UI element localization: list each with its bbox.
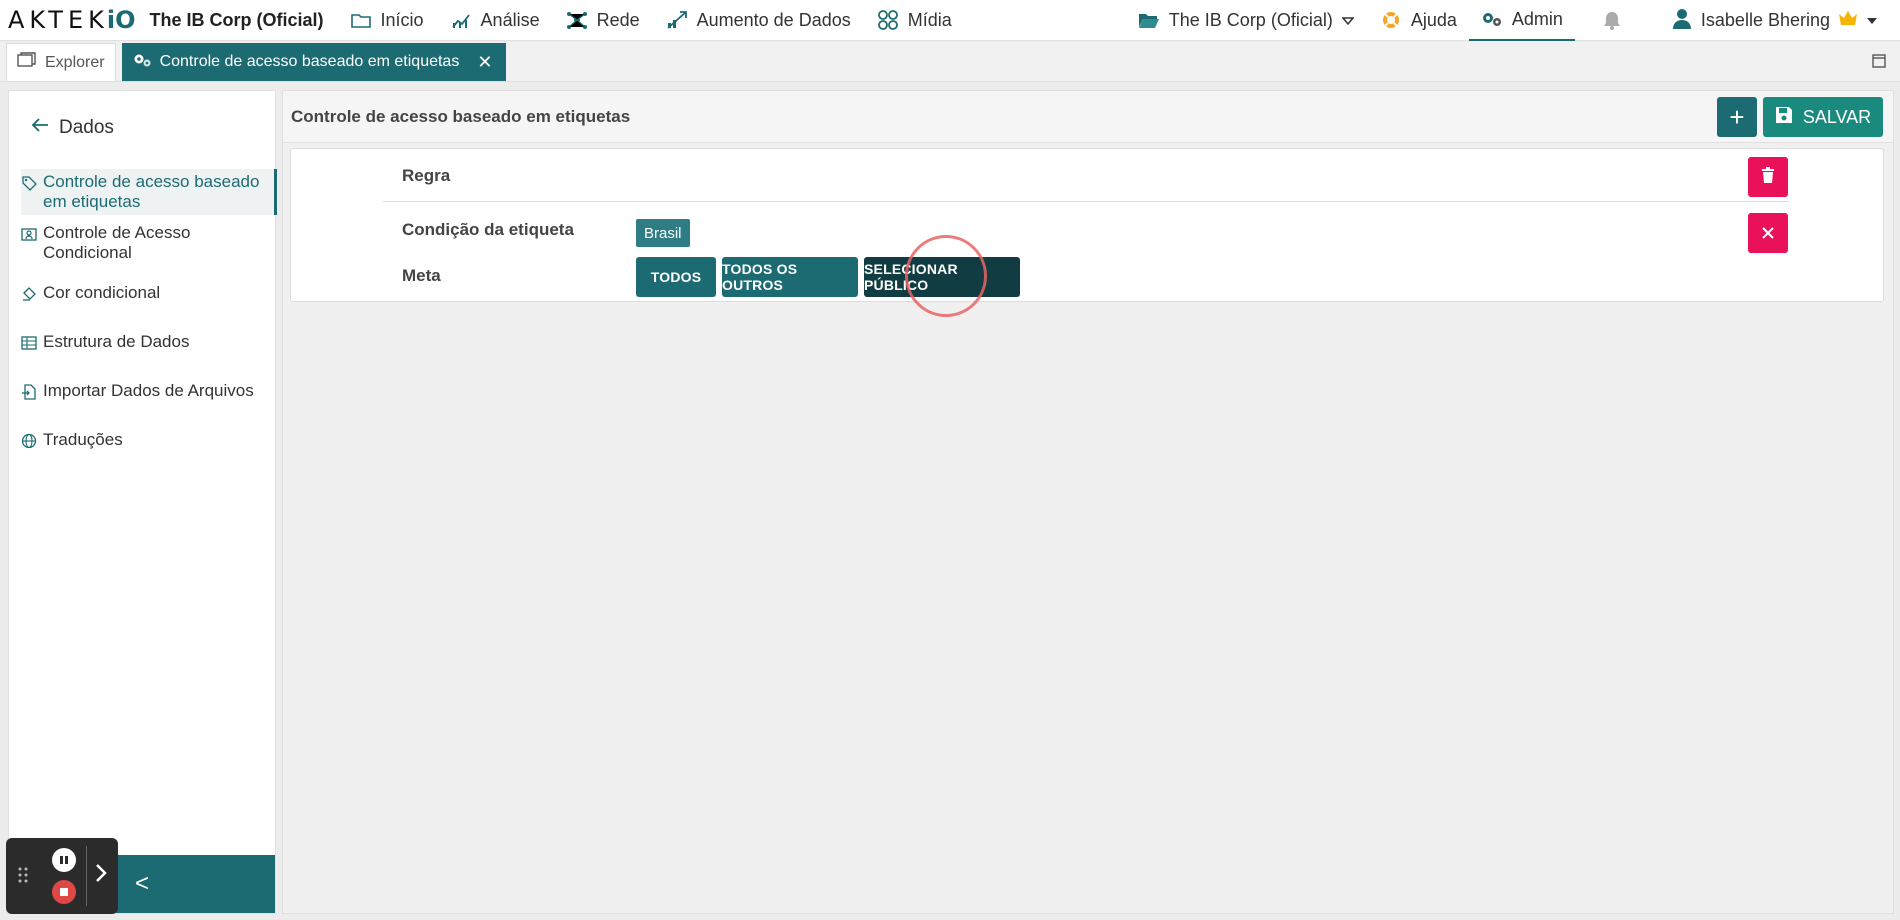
tab-label: Controle de acesso baseado em etiquetas xyxy=(159,53,460,70)
file-import-icon xyxy=(21,384,37,400)
nav-midia[interactable]: Mídia xyxy=(877,0,952,41)
tab-tag-access-control[interactable]: Controle de acesso baseado em etiquetas … xyxy=(121,43,507,81)
page-title: Controle de acesso baseado em etiquetas xyxy=(291,107,631,126)
condition-label: Condição da etiqueta xyxy=(402,220,574,239)
chart-icon xyxy=(450,9,472,31)
chevron-left-icon: < xyxy=(134,870,149,897)
sidebar-item-label: Estrutura de Dados xyxy=(43,332,190,351)
sidebar-item-conditional-access[interactable]: Controle de Acesso Condicional xyxy=(21,223,277,263)
sidebar-item-label: Controle de Acesso Condicional xyxy=(43,223,191,262)
close-icon[interactable]: ✕ xyxy=(477,53,492,71)
explorer-icon xyxy=(17,52,37,73)
logo-suffix: iO xyxy=(106,6,136,34)
sidebar-item-tag-access-control[interactable]: Controle de acesso baseado em etiquetas xyxy=(21,169,277,215)
nav-rede[interactable]: Rede xyxy=(566,0,640,41)
top-navbar: AKTEK iO The IB Corp (Oficial) Início An… xyxy=(0,0,1900,41)
user-avatar-icon xyxy=(1671,7,1693,34)
user-menu[interactable]: Isabelle Bhering xyxy=(1671,7,1878,34)
trash-icon xyxy=(1761,166,1775,188)
nav-label: Análise xyxy=(480,9,540,30)
main-content: Controle de acesso baseado em etiquetas … xyxy=(282,90,1894,914)
sidebar-item-label: Traduções xyxy=(43,430,123,449)
screen-recorder-widget xyxy=(6,838,118,914)
org-title: The IB Corp (Oficial) xyxy=(149,9,324,30)
add-rule-button[interactable]: + xyxy=(1717,97,1757,137)
gears-icon xyxy=(132,52,152,73)
drag-handle-icon[interactable] xyxy=(18,866,28,889)
sidebar-item-import-files[interactable]: Importar Dados de Arquivos xyxy=(21,381,277,401)
nav-admin[interactable]: Admin xyxy=(1468,0,1575,41)
target-all-others-button[interactable]: TODOS OS OUTROS xyxy=(722,257,858,297)
condition-tag-chip[interactable]: Brasil xyxy=(636,219,690,247)
remove-condition-button[interactable] xyxy=(1748,213,1788,253)
target-all-button[interactable]: TODOS xyxy=(636,257,716,297)
nav-label: Rede xyxy=(596,9,640,30)
tab-explorer[interactable]: Explorer xyxy=(6,43,116,81)
folder-open-icon xyxy=(1138,9,1160,31)
back-link[interactable]: Dados xyxy=(31,117,114,139)
maximize-icon[interactable] xyxy=(1872,54,1886,73)
stop-icon[interactable] xyxy=(52,880,76,904)
divider xyxy=(86,846,87,906)
target-select-public-button[interactable]: SELECIONAR PÚBLICO xyxy=(864,257,1020,297)
sidebar-item-label: Importar Dados de Arquivos xyxy=(43,381,254,400)
delete-rule-button[interactable] xyxy=(1748,157,1788,197)
sidebar-item-translations[interactable]: Traduções xyxy=(21,430,277,450)
globe-icon xyxy=(21,433,37,449)
conditional-access-icon xyxy=(21,226,37,242)
network-icon xyxy=(566,9,588,31)
rule-label: Regra xyxy=(402,166,451,185)
nav-label: Admin xyxy=(1511,8,1563,29)
help-icon xyxy=(1380,9,1402,31)
caret-down-icon xyxy=(1341,10,1355,31)
nav-analise[interactable]: Análise xyxy=(450,0,540,41)
org-selector[interactable]: The IB Corp (Oficial) xyxy=(1138,0,1355,41)
sidebar: Dados Controle de acesso baseado em etiq… xyxy=(8,90,277,914)
nav-label: Mídia xyxy=(907,9,952,30)
tab-bar: Explorer Controle de acesso baseado em e… xyxy=(0,42,1900,82)
sidebar-item-conditional-color[interactable]: Cor condicional xyxy=(21,283,277,303)
page-header: Controle de acesso baseado em etiquetas … xyxy=(283,91,1893,143)
nav-label: Início xyxy=(380,9,424,30)
sidebar-item-data-structure[interactable]: Estrutura de Dados xyxy=(21,332,277,352)
tag-icon xyxy=(21,175,37,191)
chevron-right-icon[interactable] xyxy=(94,862,108,891)
caret-down-icon xyxy=(1866,10,1878,31)
floppy-icon xyxy=(1775,106,1793,129)
sidebar-item-label: Controle de acesso baseado em etiquetas xyxy=(43,172,260,211)
tab-label: Explorer xyxy=(45,53,105,71)
target-label: Meta xyxy=(402,266,441,285)
aktek-logo[interactable]: AKTEK iO xyxy=(8,6,136,34)
pause-icon[interactable] xyxy=(52,848,76,872)
folder-icon xyxy=(350,9,372,31)
nav-ajuda[interactable]: Ajuda xyxy=(1380,0,1457,41)
rule-card: Regra Condição da etiqueta Brasil Meta T… xyxy=(290,148,1884,317)
bell-icon[interactable] xyxy=(1601,10,1623,30)
table-icon xyxy=(21,335,37,351)
save-label: SALVAR xyxy=(1802,106,1872,127)
arrow-left-icon xyxy=(31,117,49,139)
crown-icon xyxy=(1838,10,1858,31)
nav-inicio[interactable]: Início xyxy=(350,0,424,41)
gears-icon xyxy=(1481,8,1503,30)
data-growth-icon xyxy=(666,9,688,31)
save-button[interactable]: SALVAR xyxy=(1763,97,1883,137)
sidebar-item-label: Cor condicional xyxy=(43,283,161,302)
nav-label: Aumento de Dados xyxy=(696,9,851,30)
nav-aumento-de-dados[interactable]: Aumento de Dados xyxy=(666,0,851,41)
paint-icon xyxy=(21,286,37,302)
close-icon xyxy=(1762,222,1774,245)
media-icon xyxy=(877,9,899,31)
org-selector-label: The IB Corp (Oficial) xyxy=(1168,9,1333,30)
user-name: Isabelle Bhering xyxy=(1700,9,1830,30)
logo-text: AKTEK xyxy=(8,6,109,34)
back-label: Dados xyxy=(59,117,114,138)
divider xyxy=(383,201,1789,202)
nav-label: Ajuda xyxy=(1410,9,1457,30)
